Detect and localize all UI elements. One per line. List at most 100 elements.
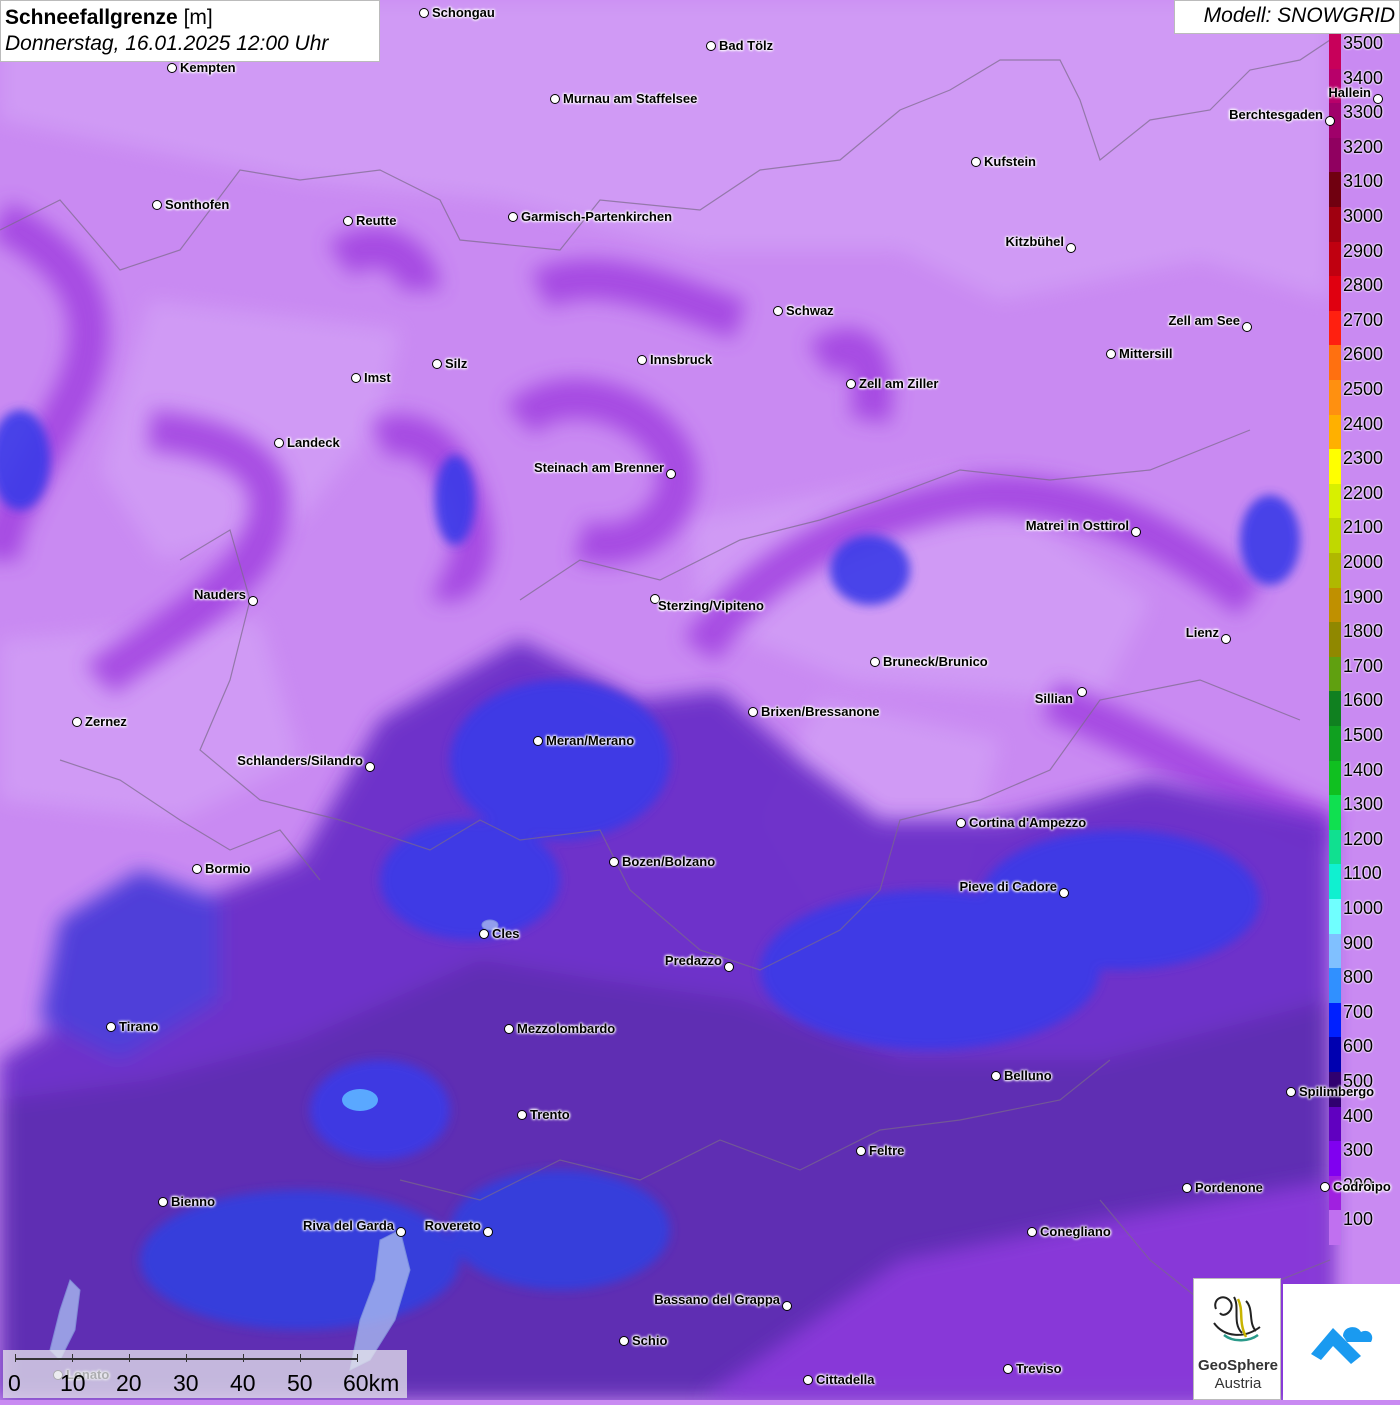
legend-swatch [1329,726,1341,762]
city-label: Sillian [1034,691,1073,706]
legend-label: 2900 [1343,240,1384,261]
city-label: Rovereto [424,1218,481,1233]
city-dot-icon [192,864,202,874]
city-dot-icon [72,717,82,727]
city-dot-icon [508,212,518,222]
city-label: Schongau [432,5,495,20]
city-label: Hallein [1328,85,1371,100]
scale-label-0: 0 [8,1370,21,1396]
scale-tick [129,1354,130,1362]
legend-label: 600 [1343,1036,1374,1057]
city-label: Zernez [85,714,127,729]
city-label: Kempten [180,60,236,75]
legend-swatch [1329,760,1341,796]
city-dot-icon [343,216,353,226]
city-label: Innsbruck [650,352,713,367]
legend-swatch [1329,587,1341,623]
city-dot-icon [351,373,361,383]
legend-label: 3500 [1343,33,1384,53]
city-label: Cles [492,926,520,941]
city-label: Codroipo [1333,1179,1391,1194]
city-label: Bruneck/Brunico [883,654,988,669]
city-label: Matrei in Osttirol [1025,518,1129,533]
city-label: Berchtesgaden [1229,107,1323,122]
legend-swatch [1329,276,1341,312]
city-label: Predazzo [664,953,722,968]
legend-swatch [1329,414,1341,450]
city-label: Pordenone [1195,1180,1263,1195]
legend-label: 100 [1343,1209,1374,1230]
legend-label: 2700 [1343,309,1384,330]
city-label: Schwaz [786,303,834,318]
city-dot-icon [856,1146,866,1156]
city-dot-icon [419,8,429,18]
legend-label: 2300 [1343,448,1384,469]
city-dot-icon [1003,1364,1013,1374]
geosphere-logo[interactable]: GeoSphere Austria [1193,1278,1281,1400]
scale-label-40: 40 [230,1370,256,1396]
legend-label: 800 [1343,967,1374,988]
city-dot-icon [152,200,162,210]
city-dot-icon [724,962,734,972]
scale-label-60km: 60km [343,1370,400,1396]
legend-label: 3200 [1343,136,1384,157]
city-label: Schlanders/Silandro [237,753,363,768]
legend-label: 700 [1343,1001,1374,1022]
legend-label: 2800 [1343,275,1384,296]
mountain-cloud-icon [1311,1327,1373,1364]
partner-logo[interactable] [1283,1284,1400,1400]
city-dot-icon [504,1024,514,1034]
city-dot-icon [1286,1087,1296,1097]
legend-swatch [1329,1002,1341,1038]
city-dot-icon [248,596,258,606]
city-dot-icon [956,818,966,828]
city-label: Treviso [1016,1361,1062,1376]
legend-label: 1500 [1343,725,1384,745]
city-label: Feltre [869,1143,905,1158]
city-dot-icon [1059,888,1069,898]
city-dot-icon [846,379,856,389]
city-dot-icon [971,157,981,167]
legend-label: 3000 [1343,206,1384,226]
city-label: Landeck [287,435,340,450]
city-dot-icon [1325,116,1335,126]
legend-swatch [1329,864,1341,900]
city-dot-icon [1373,94,1383,104]
city-label: Nauders [193,587,246,602]
city-label: Bienno [171,1194,216,1209]
legend-label: 400 [1343,1105,1374,1126]
city-label: Conegliano [1040,1224,1111,1239]
city-dot-icon [1320,1182,1330,1192]
legend-label: 300 [1343,1140,1374,1161]
legend-swatch [1329,207,1341,243]
legend-label: 900 [1343,932,1374,953]
legend-label: 3100 [1343,171,1384,192]
legend-swatch [1329,172,1341,208]
legend-swatch [1329,34,1341,70]
scale-label-30: 30 [173,1370,199,1396]
color-legend: 3500 3400 3300 3200 3100 3000 2900 2800 2700 2600… [1329,33,1400,1246]
city-dot-icon [483,1227,493,1237]
city-dot-icon [396,1227,406,1237]
legend-swatch [1329,1106,1341,1142]
city-label: Murnau am Staffelsee [563,91,698,106]
legend-label: 2400 [1343,413,1384,434]
city-dot-icon [706,41,716,51]
map-title: Schneefallgrenze [m] [5,6,213,29]
legend-swatch [1329,1210,1341,1246]
city-dot-icon [432,359,442,369]
city-dot-icon [1027,1227,1037,1237]
city-dot-icon [365,762,375,772]
scale-tick [15,1354,16,1362]
city-dot-icon [1221,634,1231,644]
legend-label: 3300 [1343,102,1384,123]
city-label: Sterzing/Vipiteno [658,598,764,613]
legend-label: 2200 [1343,482,1384,503]
legend-label: 1400 [1343,759,1384,780]
legend-swatch [1329,345,1341,381]
legend-label: 2500 [1343,379,1384,399]
city-label: Zell am Ziller [859,376,939,391]
city-label: Reutte [356,213,397,228]
city-dot-icon [748,707,758,717]
city-dot-icon [637,355,647,365]
